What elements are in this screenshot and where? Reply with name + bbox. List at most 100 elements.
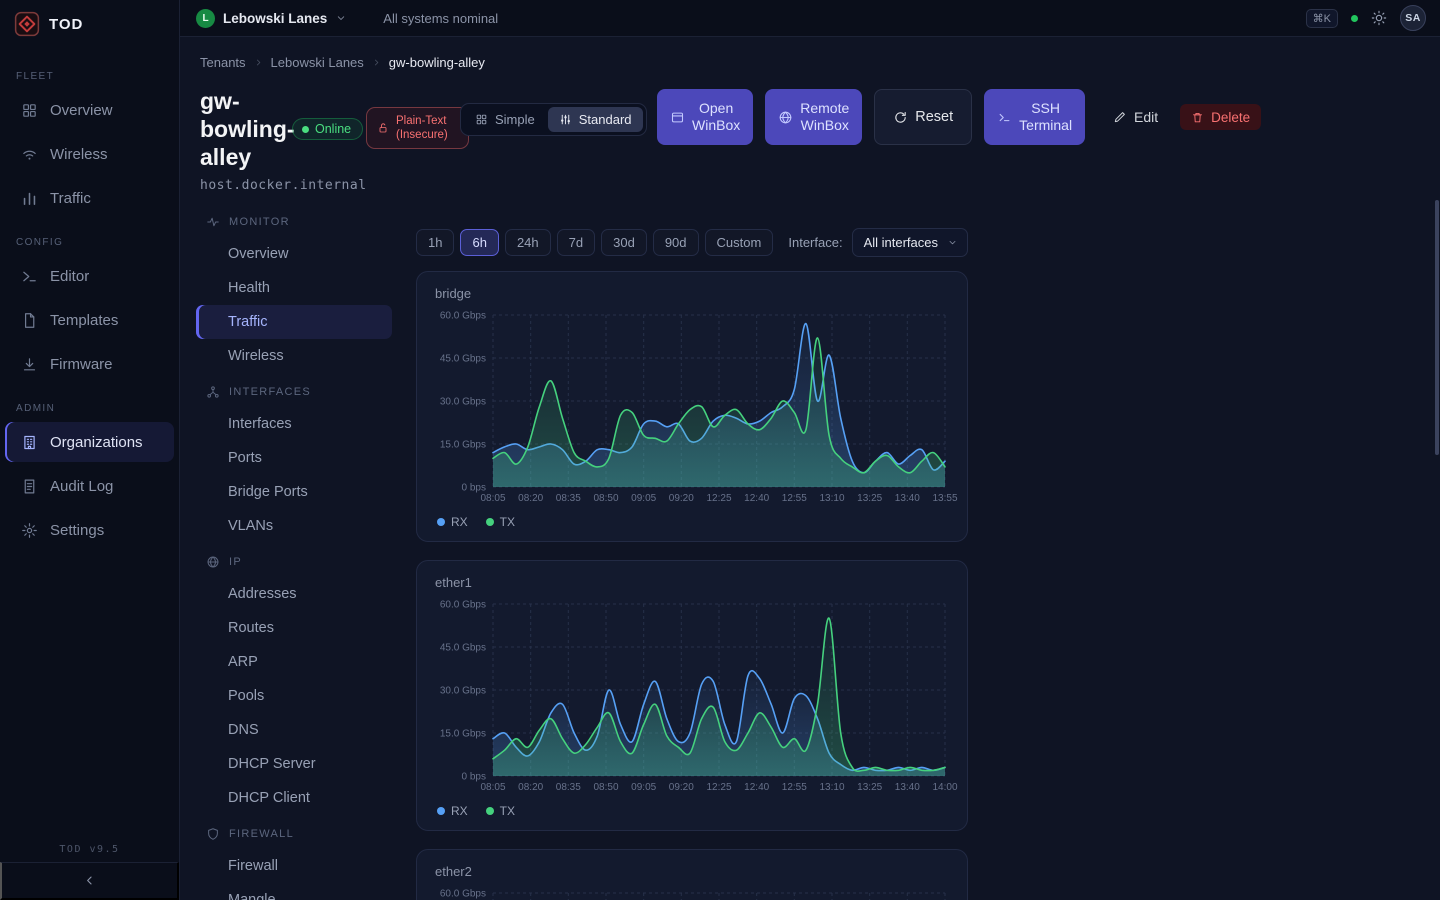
- range-1h[interactable]: 1h: [416, 229, 454, 256]
- globe-icon: [778, 110, 793, 125]
- remote-winbox-button[interactable]: Remote WinBox: [765, 89, 862, 145]
- sidebar-item-wireless[interactable]: Wireless: [5, 132, 174, 176]
- interface-select[interactable]: All interfaces: [852, 228, 968, 257]
- chart-legend: RX TX: [437, 515, 951, 529]
- subnav-item-bridge-ports[interactable]: Bridge Ports: [196, 475, 392, 509]
- tenant-name: Lebowski Lanes: [223, 11, 327, 26]
- subnav-item-wireless[interactable]: Wireless: [196, 339, 392, 373]
- chart-card-ether2: ether2 08:0508:2008:3508:5009:0509:2012:…: [416, 849, 968, 900]
- winbox-icon: [670, 110, 685, 125]
- svg-text:13:40: 13:40: [895, 782, 920, 793]
- interface-filter: Interface: All interfaces: [788, 228, 968, 257]
- document-icon: [21, 478, 38, 495]
- sidebar-item-label: Organizations: [50, 434, 143, 451]
- range-24h[interactable]: 24h: [505, 229, 551, 256]
- sidebar-item-audit-log[interactable]: Audit Log: [5, 464, 174, 508]
- sidebar-item-firmware[interactable]: Firmware: [5, 342, 174, 386]
- scrollbar-thumb[interactable]: [1435, 200, 1439, 455]
- reset-button[interactable]: Reset: [874, 89, 972, 145]
- sun-icon: [1371, 10, 1387, 26]
- sidebar-item-overview[interactable]: Overview: [5, 88, 174, 132]
- sidebar-collapse-button[interactable]: [0, 862, 179, 900]
- subnav-item-interfaces[interactable]: Interfaces: [196, 407, 392, 441]
- breadcrumb-tenants[interactable]: Tenants: [200, 55, 246, 70]
- svg-text:14:00: 14:00: [932, 782, 957, 793]
- subnav-item-dhcp-server[interactable]: DHCP Server: [196, 747, 392, 781]
- chart-title: ether1: [435, 575, 951, 590]
- nav-section-config: CONFIG Editor Templates Firmware: [0, 230, 179, 386]
- svg-text:13:55: 13:55: [932, 493, 957, 504]
- sidebar-item-settings[interactable]: Settings: [5, 508, 174, 552]
- sidebar-item-label: Wireless: [50, 146, 108, 163]
- nav-section-label: ADMIN: [0, 396, 179, 420]
- sidebar-item-organizations[interactable]: Organizations: [5, 422, 174, 462]
- subnav-item-dhcp-client[interactable]: DHCP Client: [196, 781, 392, 815]
- subnav-item-firewall[interactable]: Firewall: [196, 849, 392, 883]
- chevron-right-icon: [371, 57, 382, 68]
- svg-text:12:55: 12:55: [782, 493, 807, 504]
- svg-text:12:40: 12:40: [744, 493, 769, 504]
- subnav-item-mangle[interactable]: Mangle: [196, 883, 392, 900]
- building-icon: [21, 434, 38, 451]
- security-warning-badge: Plain-Text (Insecure): [366, 107, 469, 149]
- sidebar-item-label: Traffic: [50, 190, 91, 207]
- range-90d[interactable]: 90d: [653, 229, 699, 256]
- range-7d[interactable]: 7d: [557, 229, 595, 256]
- subnav-item-ports[interactable]: Ports: [196, 441, 392, 475]
- sidebar-item-templates[interactable]: Templates: [5, 298, 174, 342]
- subnav-item-pools[interactable]: Pools: [196, 679, 392, 713]
- delete-button[interactable]: Delete: [1180, 104, 1261, 130]
- traffic-chart: 08:0508:2008:3508:5009:0509:2012:2512:40…: [433, 596, 953, 796]
- subnav-item-health[interactable]: Health: [196, 271, 392, 305]
- command-palette-shortcut[interactable]: ⌘K: [1306, 9, 1338, 28]
- edit-button[interactable]: Edit: [1103, 103, 1168, 131]
- svg-text:15.0 Gbps: 15.0 Gbps: [440, 440, 486, 451]
- tod-logo-icon: [14, 11, 40, 37]
- sidebar-item-editor[interactable]: Editor: [5, 254, 174, 298]
- theme-toggle-button[interactable]: [1371, 10, 1387, 26]
- subnav-item-traffic[interactable]: Traffic: [196, 305, 392, 339]
- device-subnav: MONITOR Overview Health Traffic Wireless…: [196, 203, 392, 900]
- device-title: gw-bowling-alley: [200, 87, 300, 171]
- online-dot-icon: [302, 126, 309, 133]
- subnav-item-routes[interactable]: Routes: [196, 611, 392, 645]
- svg-text:09:20: 09:20: [669, 493, 694, 504]
- user-avatar[interactable]: SA: [1400, 5, 1426, 31]
- subnav-item-arp[interactable]: ARP: [196, 645, 392, 679]
- online-status-badge: Online: [292, 118, 363, 140]
- chart-legend: RX TX: [437, 804, 951, 818]
- terminal-icon: [21, 268, 38, 285]
- svg-text:12:55: 12:55: [782, 782, 807, 793]
- range-custom[interactable]: Custom: [705, 229, 774, 256]
- ssh-terminal-button[interactable]: SSH Terminal: [984, 89, 1085, 145]
- range-6h[interactable]: 6h: [460, 229, 498, 256]
- subnav-item-dns[interactable]: DNS: [196, 713, 392, 747]
- svg-text:13:10: 13:10: [819, 493, 844, 504]
- open-winbox-button[interactable]: Open WinBox: [657, 89, 753, 145]
- subnav-item-addresses[interactable]: Addresses: [196, 577, 392, 611]
- share-icon: [206, 385, 220, 399]
- subnav-item-vlans[interactable]: VLANs: [196, 509, 392, 543]
- tenant-selector[interactable]: L Lebowski Lanes: [196, 9, 347, 28]
- app-logo[interactable]: TOD: [0, 0, 179, 48]
- interface-filter-label: Interface:: [788, 235, 842, 250]
- subnav-item-overview[interactable]: Overview: [196, 237, 392, 271]
- svg-text:15.0 Gbps: 15.0 Gbps: [440, 729, 486, 740]
- svg-text:45.0 Gbps: 45.0 Gbps: [440, 354, 486, 365]
- legend-rx: RX: [437, 804, 468, 818]
- subnav-section-ip: IP: [196, 547, 392, 577]
- app-name: TOD: [49, 16, 83, 33]
- sidebar-item-label: Settings: [50, 522, 104, 539]
- breadcrumb-tenant-name[interactable]: Lebowski Lanes: [271, 55, 364, 70]
- range-30d[interactable]: 30d: [601, 229, 647, 256]
- view-toggle-standard[interactable]: Standard: [548, 107, 643, 132]
- svg-text:09:20: 09:20: [669, 782, 694, 793]
- chart-title: ether2: [435, 864, 951, 879]
- sidebar-item-label: Firmware: [50, 356, 113, 373]
- sidebar-item-traffic[interactable]: Traffic: [5, 176, 174, 220]
- shield-icon: [206, 827, 220, 841]
- trash-icon: [1191, 111, 1204, 124]
- view-toggle-simple[interactable]: Simple: [464, 107, 546, 132]
- svg-text:13:40: 13:40: [895, 493, 920, 504]
- svg-text:30.0 Gbps: 30.0 Gbps: [440, 397, 486, 408]
